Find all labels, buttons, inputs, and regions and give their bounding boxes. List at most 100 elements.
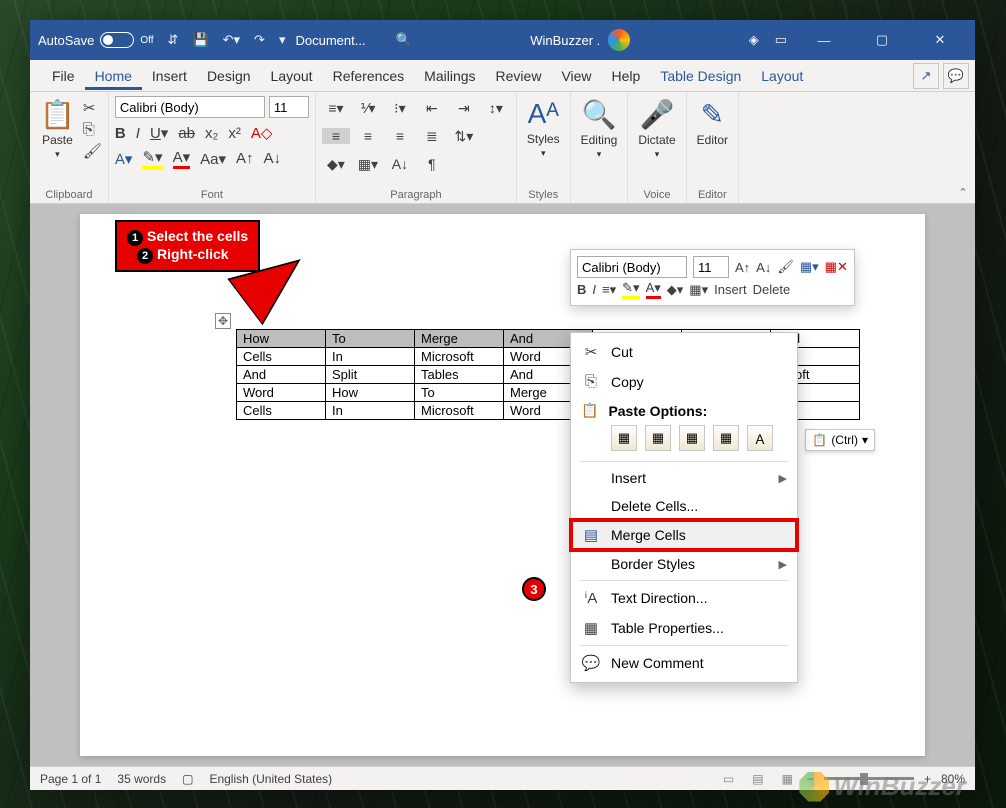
table-cell[interactable]: How	[237, 330, 326, 348]
delete-table-button[interactable]: ▦✕	[825, 259, 848, 275]
page[interactable]: 1Select the cells 2Right-click ✥ How To …	[80, 214, 925, 756]
grow-font-button[interactable]: A↑	[236, 150, 254, 167]
strikethrough-button[interactable]: ab	[178, 125, 195, 142]
paste-nest-table-icon[interactable]: ▦	[611, 425, 637, 451]
table-cell[interactable]: Cells	[237, 402, 326, 420]
font-color-button[interactable]: A▾	[173, 148, 191, 169]
decrease-indent-button[interactable]: ⇤	[418, 100, 446, 117]
proofing-icon[interactable]: ▢	[182, 772, 193, 786]
menu-delete-cells[interactable]: Delete Cells...	[571, 492, 797, 520]
close-button[interactable]: ✕	[919, 25, 961, 55]
tab-table-layout[interactable]: Layout	[751, 62, 813, 90]
table-cell[interactable]: To	[326, 330, 415, 348]
tab-view[interactable]: View	[551, 62, 601, 90]
subscript-button[interactable]: x₂	[205, 125, 218, 142]
align-center-button[interactable]: ≡	[354, 128, 382, 144]
table-cell[interactable]: Cells	[237, 348, 326, 366]
mini-font-select[interactable]	[577, 256, 687, 278]
tab-table-design[interactable]: Table Design	[650, 62, 751, 90]
diamond-icon[interactable]: ◈	[749, 32, 759, 48]
tab-references[interactable]: References	[323, 62, 415, 90]
minimize-button[interactable]: —	[803, 25, 845, 55]
shading-button[interactable]: ◆▾	[667, 282, 684, 298]
tab-insert[interactable]: Insert	[142, 62, 197, 90]
mini-insert-label[interactable]: Insert	[714, 282, 747, 297]
app-mode-icon[interactable]: ▭	[775, 32, 787, 48]
borders-button[interactable]: ▦▾	[689, 282, 708, 298]
styles-button[interactable]: Aᴬ Styles ▾	[523, 96, 564, 161]
borders-button[interactable]: ▦▾	[354, 156, 382, 173]
undo-icon[interactable]: ↶▾	[223, 32, 240, 48]
bullets-button[interactable]: ≡▾	[322, 100, 350, 117]
table-cell[interactable]: Microsoft	[415, 402, 504, 420]
paste-options-smart-tag[interactable]: 📋 (Ctrl) ▾	[805, 429, 875, 451]
tab-design[interactable]: Design	[197, 62, 261, 90]
copy-icon[interactable]: ⎘	[83, 121, 102, 138]
italic-button[interactable]: I	[136, 125, 140, 142]
align-button[interactable]: ≡▾	[602, 282, 616, 298]
table-cell[interactable]: Merge	[415, 330, 504, 348]
multilevel-button[interactable]: ⁝▾	[386, 100, 414, 117]
bold-button[interactable]: B	[115, 125, 126, 142]
text-effects-button[interactable]: A▾	[115, 150, 133, 168]
dictate-button[interactable]: 🎤 Dictate ▾	[634, 96, 679, 162]
show-marks-button[interactable]: ¶	[418, 156, 446, 172]
grow-font-icon[interactable]: A↑	[735, 260, 750, 275]
underline-button[interactable]: U▾	[150, 124, 168, 142]
menu-cut[interactable]: ✂ Cut	[571, 337, 797, 367]
table-cell[interactable]: In	[326, 348, 415, 366]
table-move-handle-icon[interactable]: ✥	[215, 313, 231, 329]
toggle-off-icon[interactable]	[100, 32, 134, 48]
qat-dropdown-icon[interactable]: ▾	[279, 32, 286, 48]
mini-delete-label[interactable]: Delete	[753, 282, 791, 297]
paste-overwrite-icon[interactable]: ▦	[713, 425, 739, 451]
change-case-button[interactable]: Aa▾	[200, 150, 226, 168]
menu-text-direction[interactable]: ⁱA Text Direction...	[571, 583, 797, 613]
menu-table-properties[interactable]: ▦ Table Properties...	[571, 613, 797, 643]
spacing-button[interactable]: ⇅▾	[450, 128, 478, 145]
menu-insert[interactable]: Insert ▶	[571, 464, 797, 492]
maximize-button[interactable]: ▢	[861, 25, 903, 55]
table-cell[interactable]: Tables	[415, 366, 504, 384]
font-name-select[interactable]	[115, 96, 265, 118]
collapse-ribbon-button[interactable]: ⌃	[951, 92, 975, 203]
tab-review[interactable]: Review	[486, 62, 552, 90]
numbering-button[interactable]: ⅟▾	[354, 100, 382, 117]
menu-new-comment[interactable]: 💬 New Comment	[571, 648, 797, 678]
tab-help[interactable]: Help	[602, 62, 651, 90]
cut-icon[interactable]: ✂	[83, 99, 102, 117]
table-cell[interactable]: And	[237, 366, 326, 384]
table-cell[interactable]: Microsoft	[415, 348, 504, 366]
table-cell[interactable]: How	[326, 384, 415, 402]
table-cell[interactable]: Split	[326, 366, 415, 384]
table-cell[interactable]: Word	[237, 384, 326, 402]
web-layout-icon[interactable]: ▦	[778, 770, 797, 788]
justify-button[interactable]: ≣	[418, 128, 446, 145]
line-spacing-button[interactable]: ↕▾	[482, 100, 510, 117]
menu-border-styles[interactable]: Border Styles ▶	[571, 550, 797, 578]
italic-button[interactable]: I	[592, 282, 596, 297]
bold-button[interactable]: B	[577, 282, 586, 297]
word-count[interactable]: 35 words	[117, 772, 166, 786]
font-size-select[interactable]	[269, 96, 309, 118]
focus-view-icon[interactable]: ▭	[719, 770, 738, 788]
account-icon[interactable]	[608, 29, 630, 51]
share-button[interactable]: ↗	[913, 63, 939, 89]
editor-button[interactable]: ✎ Editor	[693, 96, 732, 149]
highlight-button[interactable]: ✎▾	[142, 148, 162, 169]
tab-layout[interactable]: Layout	[261, 62, 323, 90]
language[interactable]: English (United States)	[209, 772, 332, 786]
shrink-font-icon[interactable]: A↓	[756, 260, 771, 275]
save-icon[interactable]: 💾	[192, 32, 208, 48]
align-right-button[interactable]: ≡	[386, 128, 414, 144]
paste-insert-cells-icon[interactable]: ▦	[679, 425, 705, 451]
increase-indent-button[interactable]: ⇥	[450, 100, 478, 117]
sync-icon[interactable]: ⇵	[168, 32, 179, 48]
align-left-button[interactable]: ≡	[322, 128, 350, 144]
paste-merge-table-icon[interactable]: ▦	[645, 425, 671, 451]
mini-size-select[interactable]	[693, 256, 729, 278]
superscript-button[interactable]: x²	[228, 125, 241, 142]
highlight-button[interactable]: ✎▾	[622, 280, 639, 299]
editing-button[interactable]: 🔍 Editing ▾	[577, 96, 622, 162]
menu-copy[interactable]: ⎘ Copy	[571, 367, 797, 396]
